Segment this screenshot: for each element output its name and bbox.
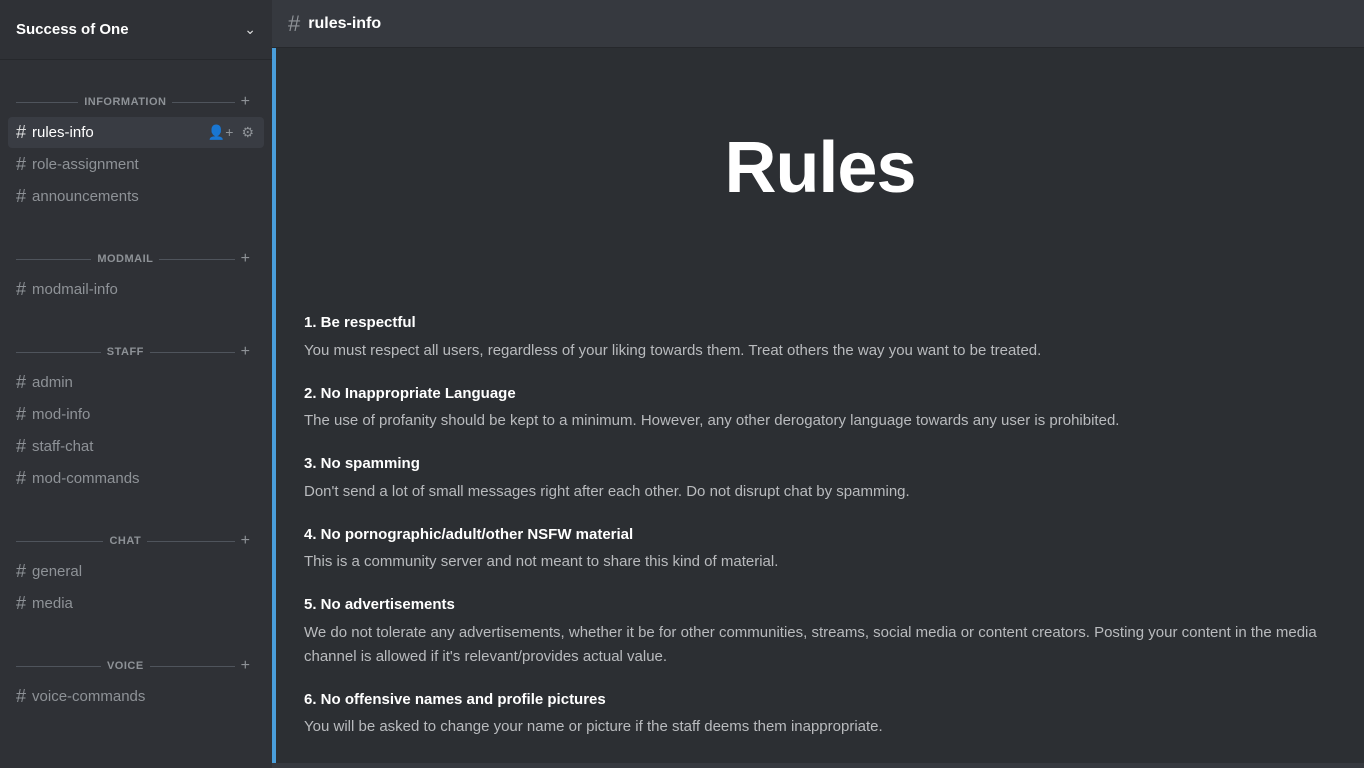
hash-icon: # [16,686,26,707]
channel-name-admin: admin [32,374,256,391]
divider-left [16,666,101,667]
hash-icon: # [16,372,26,393]
header-hash-icon: # [288,11,300,37]
channel-item-admin[interactable]: # admin [8,367,264,398]
channel-item-role-assignment[interactable]: # role-assignment [8,149,264,180]
channel-item-mod-commands[interactable]: # mod-commands [8,463,264,494]
rule-body-3: Don't send a lot of small messages right… [304,480,1336,504]
hash-icon: # [16,468,26,489]
channel-item-mod-info[interactable]: # mod-info [8,399,264,430]
section-label-chat: CHAT [103,535,147,547]
channel-item-voice-commands[interactable]: # voice-commands [8,681,264,712]
channel-name-mod-commands: mod-commands [32,470,256,487]
section-header-modmail: MODMAIL + [8,233,264,273]
rule-body-2: The use of profanity should be kept to a… [304,409,1336,433]
channel-item-announcements[interactable]: # announcements [8,181,264,212]
rule-body-1: You must respect all users, regardless o… [304,339,1336,363]
add-channel-modmail-button[interactable]: + [235,249,256,269]
add-member-icon[interactable]: 👤+ [206,122,236,143]
hash-icon: # [16,154,26,175]
divider-left [16,102,78,103]
rule-body-6: You will be asked to change your name or… [304,715,1336,739]
hash-icon: # [16,561,26,582]
channel-name-modmail-info: modmail-info [32,281,256,298]
hash-icon: # [16,404,26,425]
hash-icon: # [16,122,26,143]
section-modmail: MODMAIL + # modmail-info [0,217,272,310]
channel-name-media: media [32,595,256,612]
rule-body-4: This is a community server and not meant… [304,550,1336,574]
section-chat: CHAT + # general # media [0,499,272,624]
section-label-modmail: MODMAIL [91,253,159,265]
server-header[interactable]: Success of One ⌄ [0,0,272,60]
rule-item-5: 5. No advertisements We do not tolerate … [304,594,1336,669]
hash-icon: # [16,279,26,300]
hash-icon: # [16,593,26,614]
rule-title-2: 2. No Inappropriate Language [304,383,1336,406]
hash-icon: # [16,436,26,457]
rule-item-2: 2. No Inappropriate Language The use of … [304,383,1336,434]
add-channel-staff-button[interactable]: + [235,342,256,362]
divider-right [150,666,235,667]
rule-item-4: 4. No pornographic/adult/other NSFW mate… [304,524,1336,575]
main-content: # rules-info Rules 1. Be respectful You … [272,0,1364,768]
divider-left [16,259,91,260]
channel-item-media[interactable]: # media [8,588,264,619]
section-header-voice: VOICE + [8,640,264,680]
rule-item-6: 6. No offensive names and profile pictur… [304,689,1336,740]
rule-item-1: 1. Be respectful You must respect all us… [304,312,1336,363]
channel-name-general: general [32,563,256,580]
chevron-down-icon: ⌄ [244,21,256,38]
server-name: Success of One [16,21,129,38]
add-channel-information-button[interactable]: + [235,92,256,112]
divider-right [159,259,234,260]
section-label-staff: STAFF [101,346,150,358]
rule-body-5: We do not tolerate any advertisements, w… [304,621,1336,669]
channel-name-voice-commands: voice-commands [32,688,256,705]
section-staff: STAFF + # admin # mod-info # staff-chat … [0,310,272,499]
channel-name-role-assignment: role-assignment [32,156,256,173]
channel-name-mod-info: mod-info [32,406,256,423]
channel-name-rules-info: rules-info [32,124,206,141]
header-channel-name: rules-info [308,15,381,33]
section-header-information: INFORMATION + [8,76,264,116]
section-header-staff: STAFF + [8,326,264,366]
channel-header: # rules-info [272,0,1364,48]
rules-banner-title: Rules [724,127,915,209]
channel-name-announcements: announcements [32,188,256,205]
rules-banner: Rules [272,48,1364,288]
channel-item-general[interactable]: # general [8,556,264,587]
channel-name-staff-chat: staff-chat [32,438,256,455]
sidebar: Success of One ⌄ INFORMATION + # rules-i… [0,0,272,768]
divider-left [16,352,101,353]
channel-actions: 👤+ ⚙ [206,122,256,143]
section-voice: VOICE + # voice-commands [0,624,272,717]
section-information: INFORMATION + # rules-info 👤+ ⚙ # role-a… [0,60,272,217]
rule-title-3: 3. No spamming [304,453,1336,476]
divider-right [150,352,235,353]
messages-area[interactable]: Rules 1. Be respectful You must respect … [272,48,1364,768]
settings-icon[interactable]: ⚙ [239,122,256,143]
rule-title-1: 1. Be respectful [304,312,1336,335]
divider-right [172,102,234,103]
hash-icon: # [16,186,26,207]
add-channel-chat-button[interactable]: + [235,531,256,551]
section-header-chat: CHAT + [8,515,264,555]
divider-right [147,541,234,542]
channel-item-staff-chat[interactable]: # staff-chat [8,431,264,462]
section-label-voice: VOICE [101,660,150,672]
rule-item-3: 3. No spamming Don't send a lot of small… [304,453,1336,504]
rule-title-5: 5. No advertisements [304,594,1336,617]
rules-content: 1. Be respectful You must respect all us… [272,288,1364,763]
rule-title-6: 6. No offensive names and profile pictur… [304,689,1336,712]
add-channel-voice-button[interactable]: + [235,656,256,676]
channel-item-rules-info[interactable]: # rules-info 👤+ ⚙ [8,117,264,148]
channel-item-modmail-info[interactable]: # modmail-info [8,274,264,305]
rule-title-4: 4. No pornographic/adult/other NSFW mate… [304,524,1336,547]
divider-left [16,541,103,542]
section-label-information: INFORMATION [78,96,172,108]
